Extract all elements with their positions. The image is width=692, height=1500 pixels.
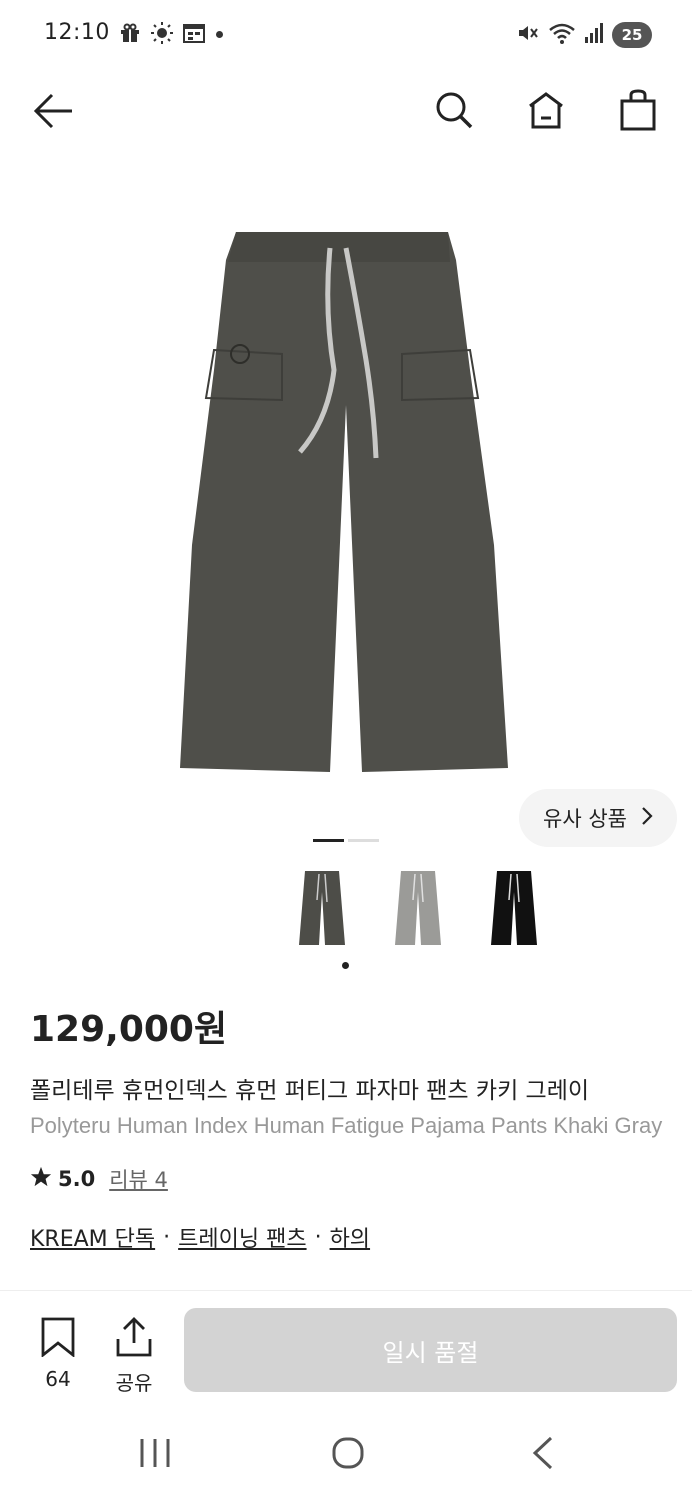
shopping-bag-icon: [618, 89, 658, 135]
signal-icon: [584, 21, 604, 49]
tag-training-pants[interactable]: 트레이닝 팬츠: [178, 1221, 306, 1253]
bookmark-count: 64: [45, 1367, 71, 1391]
review-link[interactable]: 리뷰 4: [109, 1164, 168, 1194]
tag-separator: ·: [163, 1224, 171, 1250]
rating-score: 5.0: [58, 1167, 96, 1191]
calendar-icon: [182, 21, 206, 49]
search-icon: [434, 90, 474, 134]
status-left-icons: [118, 22, 206, 48]
bottom-bar-divider: [0, 1290, 692, 1291]
wifi-icon: [548, 21, 576, 49]
soldout-button[interactable]: 일시 품절: [184, 1308, 677, 1392]
star-icon: [30, 1166, 52, 1193]
product-name-korean: 폴리테루 휴먼인덱스 휴먼 퍼티그 파자마 팬츠 카키 그레이: [30, 1078, 590, 1104]
product-image[interactable]: [178, 230, 510, 775]
thumbnail-gray[interactable]: [394, 862, 442, 954]
share-button[interactable]: 공유: [112, 1317, 156, 1396]
pager-segment-active: [313, 839, 344, 842]
back-button[interactable]: [28, 90, 78, 136]
arrow-left-icon: [32, 92, 74, 134]
back-chevron-icon: [531, 1436, 555, 1474]
system-back-button[interactable]: [518, 1430, 568, 1480]
status-time: 12:10: [44, 20, 110, 45]
pager-segment: [348, 839, 379, 842]
tag-kream-exclusive[interactable]: KREAM 단독: [30, 1221, 155, 1253]
search-button[interactable]: [430, 88, 478, 136]
cart-button[interactable]: [614, 88, 662, 136]
share-label: 공유: [115, 1371, 153, 1395]
gift-icon: [118, 21, 142, 49]
recent-apps-icon: [138, 1437, 172, 1473]
thumbnail-selected-dot: [342, 962, 349, 969]
mute-icon: [516, 21, 540, 49]
recent-apps-button[interactable]: [130, 1430, 180, 1480]
image-pager: [313, 839, 379, 842]
brightness-icon: [150, 21, 174, 49]
product-name-english: Polyteru Human Index Human Fatigue Pajam…: [30, 1113, 663, 1138]
thumbnail-khaki-gray[interactable]: [298, 862, 346, 954]
notification-dot: [216, 31, 223, 38]
product-price: 129,000원: [30, 1009, 228, 1050]
bookmark-button[interactable]: 64: [38, 1317, 78, 1391]
similar-products-button[interactable]: 유사 상품: [519, 789, 677, 847]
battery-indicator: 25: [612, 22, 652, 48]
similar-products-label: 유사 상품: [543, 807, 627, 831]
product-tags: KREAM 단독 · 트레이닝 팬츠 · 하의: [30, 1221, 370, 1253]
home-icon: [526, 90, 566, 134]
status-right-icons: 25: [516, 20, 652, 50]
color-thumbnails: [298, 862, 538, 954]
home-circle-icon: [331, 1436, 365, 1474]
share-icon: [115, 1317, 153, 1361]
home-button[interactable]: [522, 88, 570, 136]
product-rating: 5.0 리뷰 4: [30, 1164, 168, 1194]
bookmark-icon: [40, 1317, 76, 1361]
tag-bottoms[interactable]: 하의: [330, 1221, 370, 1253]
thumbnail-black[interactable]: [490, 862, 538, 954]
tag-separator: ·: [314, 1224, 322, 1250]
system-home-button[interactable]: [323, 1430, 373, 1480]
chevron-right-icon: [641, 806, 653, 831]
